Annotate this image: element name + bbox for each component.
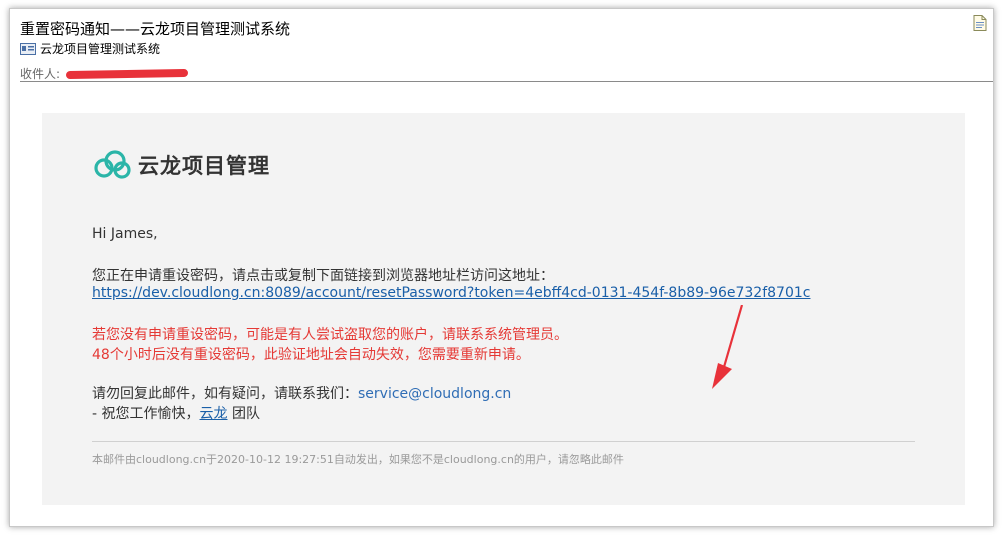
- email-body-card: 云龙项目管理 Hi James, 您正在申请重设密码，请点击或复制下面链接到浏览…: [42, 113, 965, 505]
- signoff-prefix: - 祝您工作愉快，: [92, 406, 200, 422]
- email-header: 重置密码通知——云龙项目管理测试系统 云龙项目管理测试系统 收件人:: [10, 9, 993, 83]
- contact-card-icon: [20, 42, 36, 55]
- brand-header: 云龙项目管理: [92, 149, 270, 181]
- reset-instruction: 您正在申请重设密码，请点击或复制下面链接到浏览器地址栏访问这地址：: [92, 268, 554, 284]
- footer-divider: [92, 441, 915, 442]
- contact-line: 请勿回复此邮件，如有疑问，请联系我们：service@cloudlong.cn: [92, 383, 511, 403]
- expiry-warning: 48个小时后没有重设密码，此验证地址会自动失效，您需要重新申请。: [92, 347, 530, 363]
- header-divider: [20, 81, 993, 82]
- document-icon[interactable]: [973, 15, 987, 31]
- sender-row[interactable]: 云龙项目管理测试系统: [20, 40, 160, 57]
- team-link[interactable]: 云龙: [200, 406, 228, 422]
- reset-password-link[interactable]: https://dev.cloudlong.cn:8089/account/re…: [92, 285, 810, 301]
- security-warning: 若您没有申请重设密码，可能是有人尝试盗取您的账户，请联系系统管理员。: [92, 327, 568, 343]
- recipient-redaction-mark: [65, 68, 189, 79]
- recipients-row: 收件人:: [20, 65, 189, 82]
- annotation-arrow: [712, 305, 744, 389]
- signoff-suffix: 团队: [227, 406, 260, 422]
- email-window: 重置密码通知——云龙项目管理测试系统 云龙项目管理测试系统 收件人: 云龙项目管…: [9, 8, 994, 527]
- sender-name: 云龙项目管理测试系统: [40, 42, 161, 56]
- contact-prefix: 请勿回复此邮件，如有疑问，请联系我们：: [92, 386, 358, 402]
- brand-name: 云龙项目管理: [138, 154, 270, 178]
- greeting: Hi James,: [92, 226, 158, 242]
- auto-send-notice: 本邮件由cloudlong.cn于2020-10-12 19:27:51自动发出…: [92, 453, 624, 466]
- recipients-label: 收件人:: [20, 67, 61, 81]
- signoff-line: - 祝您工作愉快，云龙 团队: [92, 403, 260, 423]
- email-subject: 重置密码通知——云龙项目管理测试系统: [20, 20, 291, 38]
- contact-email: service@cloudlong.cn: [358, 386, 512, 402]
- cloud-logo-icon: [94, 150, 131, 179]
